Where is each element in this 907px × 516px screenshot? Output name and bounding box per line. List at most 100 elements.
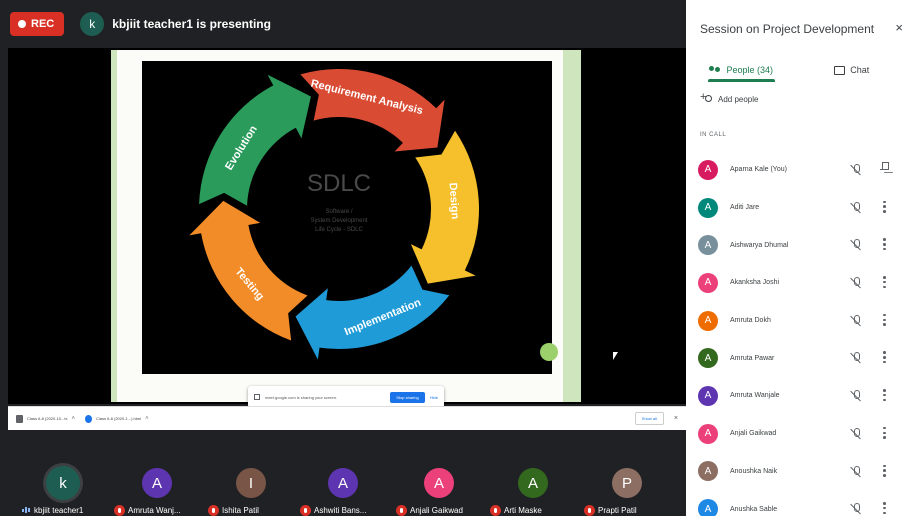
tile-label: Ashwiti Bans... xyxy=(300,504,366,516)
mic-off-icon[interactable] xyxy=(850,201,862,214)
participant-tile[interactable]: A Amruta Wanj... xyxy=(114,464,206,516)
chrome-icon xyxy=(84,414,92,423)
participant-name: Amruta Wanj... xyxy=(128,505,181,515)
chat-icon xyxy=(834,65,846,75)
avatar: A xyxy=(698,197,718,218)
tab-chat[interactable]: Chat xyxy=(797,58,907,82)
green-dot xyxy=(540,343,558,361)
mic-off-icon[interactable] xyxy=(850,314,862,327)
list-item[interactable]: A Aditi Jare xyxy=(686,189,907,227)
close-icon[interactable]: × xyxy=(895,20,903,35)
participant-name: Amruta Wanjale xyxy=(730,392,780,400)
list-item[interactable]: A Amruta Wanjale xyxy=(686,377,907,415)
panel-header: Session on Project Development × xyxy=(686,0,907,58)
download-name: Class 6-8 (2020-1...).html xyxy=(95,416,142,421)
mic-off-icon[interactable] xyxy=(850,164,862,176)
speaking-icon xyxy=(20,505,31,516)
mic-off-icon[interactable] xyxy=(850,503,862,515)
mic-off-icon[interactable] xyxy=(850,277,862,289)
hide-button[interactable]: Hide xyxy=(430,395,438,400)
participant-tile[interactable]: k kbjiit teacher1 xyxy=(20,464,112,516)
mic-off-icon[interactable] xyxy=(850,239,862,251)
share-icon xyxy=(254,394,260,400)
participant-name: Prapti Patil xyxy=(598,505,637,515)
avatar: A xyxy=(698,461,718,482)
mic-off-icon[interactable] xyxy=(850,390,862,402)
shared-screen: Requirement Analysis Design Implementation… xyxy=(8,48,686,404)
slide-frame: Requirement Analysis Design Implementation… xyxy=(111,50,581,402)
more-options-icon[interactable] xyxy=(883,502,886,515)
tab-people[interactable]: People (34) xyxy=(686,58,797,82)
more-options-icon[interactable] xyxy=(883,351,886,364)
participant-tile[interactable]: I Ishita Patil xyxy=(208,464,300,516)
presenter-avatar: k xyxy=(80,12,105,36)
list-item[interactable]: A Anushka Sable xyxy=(686,490,907,516)
add-people-label: Add people xyxy=(718,94,759,104)
list-item[interactable]: A Anoushka Naik xyxy=(686,453,907,491)
tile-label: Ishita Patil xyxy=(208,504,259,516)
presenting-text: kbjiit teacher1 is presenting xyxy=(112,17,271,31)
participant-name: Ishita Patil xyxy=(222,505,259,515)
participant-name: Aishwarya Dhumal xyxy=(730,241,789,249)
list-item[interactable]: A Anjali Gaikwad xyxy=(686,415,907,453)
more-options-icon[interactable] xyxy=(883,276,886,289)
show-all-button[interactable]: Show all xyxy=(634,412,664,425)
tile-label: kbjiit teacher1 xyxy=(20,504,83,516)
add-person-icon xyxy=(700,91,712,104)
downloads-bar: Class 6-8 (2020-10...tx ˄ Class 6-8 (202… xyxy=(8,406,686,430)
mic-off-icon[interactable] xyxy=(850,465,862,478)
participant-name: kbjiit teacher1 xyxy=(34,505,84,515)
rec-label: REC xyxy=(31,18,55,30)
participant-name: Anjali Gaikwad xyxy=(730,430,777,438)
download-item[interactable]: Class 6-8 (2020-1...).html ˄ xyxy=(84,414,149,423)
presentation-area: REC k kbjiit teacher1 is presenting Requ… xyxy=(0,0,686,516)
mic-off-icon[interactable] xyxy=(850,352,862,364)
avatar: A xyxy=(698,348,718,369)
list-item[interactable]: A Aparna Kale (You) xyxy=(686,151,907,189)
record-dot-icon xyxy=(18,20,26,28)
list-item[interactable]: A Aishwarya Dhumal xyxy=(686,226,907,264)
tile-label: Amruta Wanj... xyxy=(114,504,181,516)
file-icon xyxy=(16,414,23,423)
more-options-icon[interactable] xyxy=(883,389,886,402)
participant-tile[interactable]: A Arti Maske xyxy=(490,464,582,516)
pin-icon[interactable] xyxy=(880,162,889,175)
avatar: I xyxy=(236,468,266,498)
participant-name: Amruta Dokh xyxy=(730,317,771,325)
participant-tile[interactable]: A Ashwiti Bans... xyxy=(300,464,392,516)
stop-sharing-button[interactable]: Stop sharing xyxy=(390,391,425,403)
more-options-icon[interactable] xyxy=(883,464,886,477)
participant-tile[interactable]: P Prapti Patil xyxy=(584,464,676,516)
participant-name: Aditi Jare xyxy=(730,204,760,212)
list-item[interactable]: A Akanksha Joshi xyxy=(686,264,907,302)
in-call-heading: IN CALL xyxy=(700,132,727,138)
more-options-icon[interactable] xyxy=(883,426,886,439)
mic-off-icon[interactable] xyxy=(850,427,862,440)
list-item[interactable]: A Amruta Dokh xyxy=(686,302,907,340)
top-bar: REC k kbjiit teacher1 is presenting xyxy=(0,0,686,48)
add-people-button[interactable]: Add people xyxy=(700,91,759,104)
participant-tiles: k kbjiit teacher1 A Amruta Wanj... I Ishita P… xyxy=(0,436,686,516)
chevron-up-icon[interactable]: ˄ xyxy=(145,416,149,422)
slide-center-title: SDLC xyxy=(307,170,371,197)
avatar: A xyxy=(698,272,718,293)
chevron-up-icon[interactable]: ˄ xyxy=(71,416,75,422)
close-icon[interactable]: × xyxy=(674,415,678,422)
more-options-icon[interactable] xyxy=(883,200,886,213)
screen-share-notice: meet.google.com is sharing your screen. … xyxy=(248,386,444,408)
participant-tile[interactable]: A Anjali Gaikwad xyxy=(396,464,488,516)
more-options-icon[interactable] xyxy=(883,238,886,251)
avatar: A xyxy=(698,235,718,256)
participant-name: Arti Maske xyxy=(504,505,542,515)
participant-name: Ashwiti Bans... xyxy=(314,505,367,515)
mic-off-icon xyxy=(584,504,595,516)
more-options-icon[interactable] xyxy=(883,313,886,326)
download-item[interactable]: Class 6-8 (2020-10...tx ˄ xyxy=(16,414,75,423)
participant-name: Anoushka Naik xyxy=(730,467,778,475)
mouse-cursor-icon xyxy=(613,352,618,360)
sdlc-phase-arrow xyxy=(189,200,308,341)
mic-off-icon xyxy=(208,504,219,516)
tab-people-label: People (34) xyxy=(726,65,774,75)
list-item[interactable]: A Amruta Pawar xyxy=(686,339,907,377)
participant-name: Aparna Kale (You) xyxy=(730,166,787,174)
